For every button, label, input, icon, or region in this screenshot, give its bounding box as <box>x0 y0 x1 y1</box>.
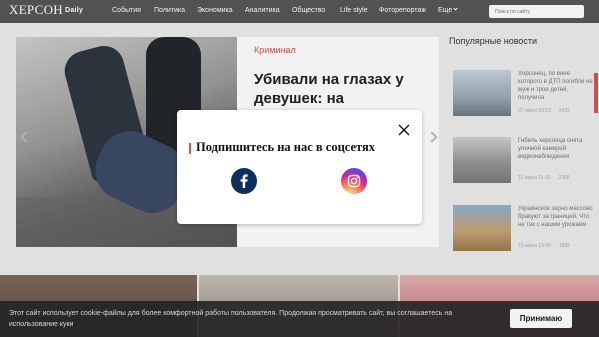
facebook-icon[interactable] <box>231 168 257 194</box>
subscribe-modal: Подпишитесь на нас в соцсетях <box>177 110 422 224</box>
modal-title: Подпишитесь на нас в соцсетях <box>196 140 376 154</box>
close-icon[interactable] <box>397 123 411 137</box>
modal-accent-bar <box>189 143 191 154</box>
instagram-icon[interactable] <box>341 168 367 194</box>
